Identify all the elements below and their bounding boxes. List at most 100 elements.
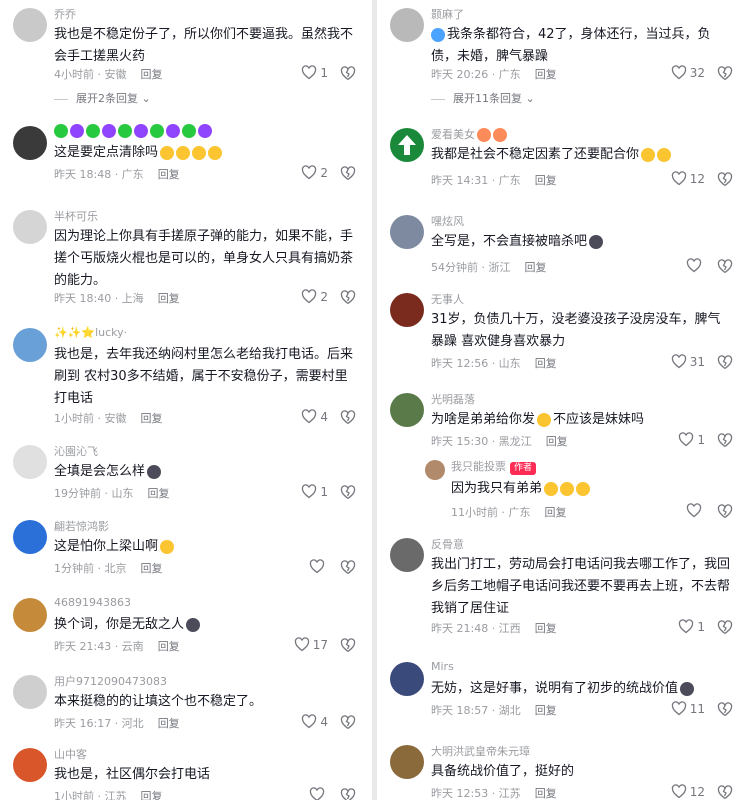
avatar[interactable] bbox=[390, 538, 424, 572]
avatar[interactable] bbox=[13, 445, 47, 479]
comment-username[interactable]: 乔乔 bbox=[54, 6, 76, 22]
comment-username[interactable]: 翩若惊鸿影 bbox=[54, 518, 109, 534]
dislike-icon[interactable] bbox=[340, 638, 356, 653]
like-button[interactable]: 17 bbox=[294, 637, 328, 652]
like-button[interactable]: 2 bbox=[301, 165, 328, 180]
reply-button[interactable]: 回复 bbox=[535, 622, 557, 635]
dislike-icon[interactable] bbox=[340, 66, 356, 81]
username-label: 我只能投票 bbox=[451, 460, 506, 473]
like-button[interactable]: 1 bbox=[301, 484, 328, 499]
like-button[interactable] bbox=[309, 559, 328, 574]
reply-button[interactable]: 回复 bbox=[535, 357, 557, 370]
comment-username[interactable]: 光明磊落 bbox=[431, 391, 475, 407]
comment-username[interactable]: 半杯可乐 bbox=[54, 208, 98, 224]
avatar[interactable] bbox=[13, 328, 47, 362]
reply-button[interactable]: 回复 bbox=[535, 68, 557, 81]
comment-username[interactable] bbox=[54, 124, 214, 138]
comment-username[interactable]: 沁園沁飞 bbox=[54, 443, 98, 459]
avatar[interactable] bbox=[13, 8, 47, 42]
comment-meta: 昨天 16:17 · 河北 回复 bbox=[54, 715, 180, 731]
avatar[interactable] bbox=[390, 128, 424, 162]
like-button[interactable]: 12 bbox=[671, 784, 705, 799]
comment-username[interactable]: 爱看美女 bbox=[431, 126, 507, 142]
emoji bbox=[493, 128, 507, 142]
comment-username[interactable]: 颢麻了 bbox=[431, 6, 464, 22]
dislike-icon[interactable] bbox=[340, 715, 356, 730]
expand-replies[interactable]: 展开2条回复 ⌄ bbox=[76, 90, 151, 106]
avatar[interactable] bbox=[13, 598, 47, 632]
comment-username[interactable]: 嘿炫风 bbox=[431, 213, 464, 229]
dislike-icon[interactable] bbox=[340, 166, 356, 181]
reply-button[interactable]: 回复 bbox=[545, 506, 567, 519]
comment-time: 11小时前 · 广东 bbox=[451, 506, 531, 519]
dislike-icon[interactable] bbox=[717, 355, 733, 370]
comment-meta: 昨天 14:31 · 广东 回复 bbox=[431, 172, 557, 188]
expand-replies[interactable]: 展开11条回复 ⌄ bbox=[453, 90, 535, 106]
dislike-icon[interactable] bbox=[717, 620, 733, 635]
dislike-icon[interactable] bbox=[717, 66, 733, 81]
dislike-icon[interactable] bbox=[717, 172, 733, 187]
like-button[interactable]: 4 bbox=[301, 409, 328, 424]
like-button[interactable]: 1 bbox=[301, 65, 328, 80]
like-button[interactable] bbox=[309, 787, 328, 800]
like-button[interactable]: 2 bbox=[301, 289, 328, 304]
dislike-icon[interactable] bbox=[717, 259, 733, 274]
comment-username[interactable]: 无事人 bbox=[431, 291, 464, 307]
avatar[interactable] bbox=[13, 675, 47, 709]
like-button[interactable]: 11 bbox=[671, 701, 705, 716]
avatar[interactable] bbox=[390, 8, 424, 42]
reply-button[interactable]: 回复 bbox=[525, 261, 547, 274]
avatar[interactable] bbox=[390, 293, 424, 327]
comment-username[interactable]: 46891943863 bbox=[54, 596, 131, 609]
avatar[interactable] bbox=[13, 126, 47, 160]
reply-button[interactable]: 回复 bbox=[535, 787, 557, 800]
comment-username[interactable]: 山中客 bbox=[54, 746, 87, 762]
comment-text: 全写是，不会直接被暗杀吧 bbox=[431, 231, 731, 253]
reply-button[interactable]: 回复 bbox=[535, 174, 557, 187]
dislike-icon[interactable] bbox=[340, 290, 356, 305]
avatar[interactable] bbox=[390, 662, 424, 696]
reply-button[interactable]: 回复 bbox=[546, 435, 568, 448]
like-button[interactable]: 1 bbox=[678, 432, 705, 447]
reply-button[interactable]: 回复 bbox=[158, 640, 180, 653]
like-button[interactable]: 31 bbox=[671, 354, 705, 369]
like-button[interactable]: 4 bbox=[301, 714, 328, 729]
dislike-icon[interactable] bbox=[340, 485, 356, 500]
avatar[interactable] bbox=[390, 215, 424, 249]
comment-username[interactable]: 大明洪武皇帝朱元璋 bbox=[431, 743, 530, 759]
like-button[interactable] bbox=[686, 503, 705, 518]
dislike-icon[interactable] bbox=[717, 433, 733, 448]
reply-button[interactable]: 回复 bbox=[141, 790, 163, 800]
comment-username[interactable]: Mirs bbox=[431, 660, 454, 673]
reply-button[interactable]: 回复 bbox=[141, 562, 163, 575]
avatar[interactable] bbox=[13, 210, 47, 244]
comment-username[interactable]: 反骨意 bbox=[431, 536, 464, 552]
reply-button[interactable]: 回复 bbox=[141, 412, 163, 425]
like-button[interactable]: 1 bbox=[678, 619, 705, 634]
like-button[interactable] bbox=[686, 258, 705, 273]
avatar[interactable] bbox=[425, 460, 445, 480]
comment-username[interactable]: ✨✨⭐lucky· bbox=[54, 326, 127, 339]
dislike-icon[interactable] bbox=[717, 702, 733, 717]
avatar[interactable] bbox=[13, 520, 47, 554]
dislike-icon[interactable] bbox=[340, 560, 356, 575]
avatar[interactable] bbox=[390, 393, 424, 427]
comment-text: 全填是会怎么样 bbox=[54, 461, 354, 483]
comment-meta: 1小时前 · 安徽 回复 bbox=[54, 410, 163, 426]
avatar[interactable] bbox=[13, 748, 47, 782]
reply-button[interactable]: 回复 bbox=[148, 487, 170, 500]
like-button[interactable]: 12 bbox=[671, 171, 705, 186]
avatar[interactable] bbox=[390, 745, 424, 779]
comment-username[interactable]: 用户9712090473083 bbox=[54, 673, 167, 689]
comment-username[interactable]: 我只能投票 作者 bbox=[451, 458, 537, 475]
reply-button[interactable]: 回复 bbox=[141, 68, 163, 81]
dislike-icon[interactable] bbox=[340, 410, 356, 425]
reply-button[interactable]: 回复 bbox=[158, 292, 180, 305]
dislike-icon[interactable] bbox=[340, 788, 356, 800]
like-button[interactable]: 32 bbox=[671, 65, 705, 80]
reply-button[interactable]: 回复 bbox=[158, 717, 180, 730]
reply-button[interactable]: 回复 bbox=[158, 168, 180, 181]
dislike-icon[interactable] bbox=[717, 785, 733, 800]
dislike-icon[interactable] bbox=[717, 504, 733, 519]
reply-button[interactable]: 回复 bbox=[535, 704, 557, 717]
